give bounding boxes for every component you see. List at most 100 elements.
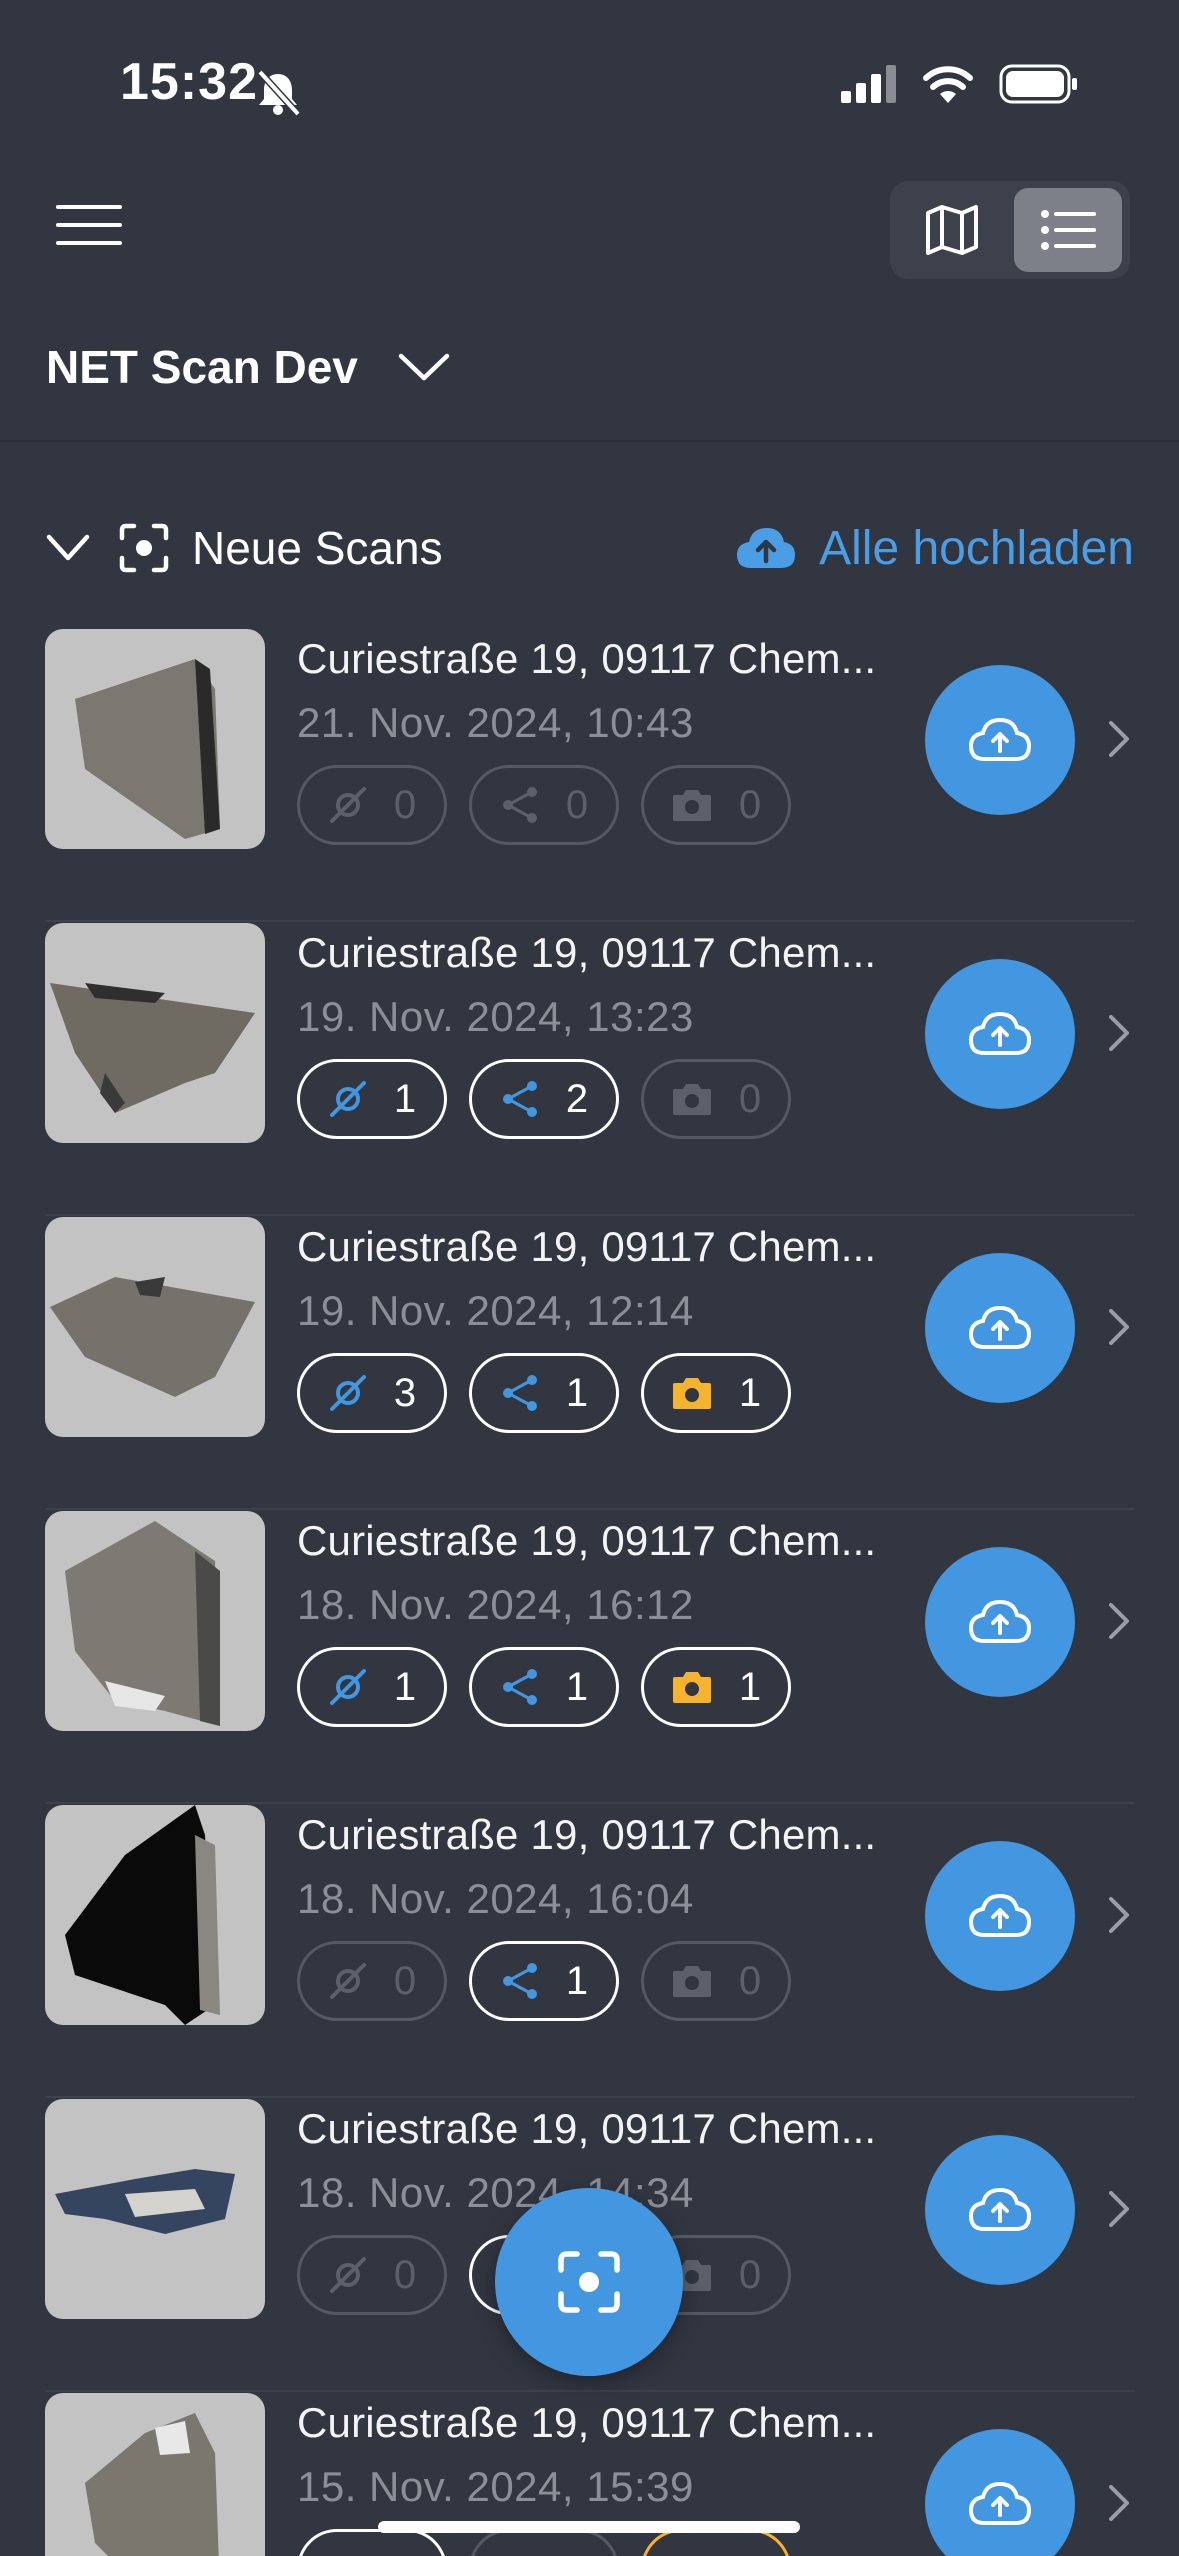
upload-all-button[interactable]: Alle hochladen <box>735 521 1134 576</box>
connection-count-chip: 1 <box>469 1353 619 1433</box>
sensor-icon <box>329 1375 366 1411</box>
row-divider <box>45 2390 1135 2392</box>
cloud-upload-icon <box>737 528 796 568</box>
scan-thumbnail <box>45 2099 265 2319</box>
wifi-icon <box>923 66 973 103</box>
cloud-upload-icon <box>968 1893 1032 1937</box>
menu-button[interactable] <box>56 205 122 253</box>
scan-date: 18. Nov. 2024, 16:12 <box>297 1581 694 1628</box>
share-icon <box>502 787 537 823</box>
chevron-right-icon[interactable] <box>1107 1895 1131 1935</box>
photo-count-chip: 0 <box>641 1059 791 1139</box>
row-divider <box>45 1508 1135 1510</box>
sensor-count-chip: 1 <box>297 1647 447 1727</box>
camera-icon <box>672 1378 711 1409</box>
scan-title: Curiestraße 19, 09117 Chem... <box>297 2399 877 2446</box>
scan-thumbnail <box>45 923 265 1143</box>
scan-row[interactable]: Curiestraße 19, 09117 Chem... 18. Nov. 2… <box>45 1805 1135 2098</box>
row-divider <box>45 920 1135 922</box>
chevron-right-icon[interactable] <box>1107 1601 1131 1641</box>
scan-thumbnail <box>45 2393 265 2556</box>
upload-scan-button[interactable] <box>925 2429 1075 2556</box>
connection-count-chip: 2 <box>469 1059 619 1139</box>
photo-count-chip: 0 <box>641 1941 791 2021</box>
sensor-count-chip: 1 <box>297 1059 447 1139</box>
sensor-icon <box>329 1963 366 1999</box>
camera-icon <box>672 790 711 821</box>
chevron-right-icon[interactable] <box>1107 1013 1131 1053</box>
scan-title: Curiestraße 19, 09117 Chem... <box>297 1223 877 1270</box>
photo-count-chip: 1 <box>641 1647 791 1727</box>
share-icon <box>502 1669 537 1705</box>
scan-row[interactable]: Curiestraße 19, 09117 Chem... 18. Nov. 2… <box>45 1511 1135 1804</box>
camera-icon <box>672 1672 711 1703</box>
home-indicator <box>378 2521 800 2533</box>
scan-title: Curiestraße 19, 09117 Chem... <box>297 929 877 976</box>
photo-count-chip: 1 <box>641 1353 791 1433</box>
scan-date: 21. Nov. 2024, 10:43 <box>297 699 694 746</box>
scan-row[interactable]: Curiestraße 19, 09117 Chem... 21. Nov. 2… <box>45 629 1135 922</box>
chevron-right-icon[interactable] <box>1107 719 1131 759</box>
workspace-selector[interactable]: NET Scan Dev <box>46 340 450 394</box>
scan-title: Curiestraße 19, 09117 Chem... <box>297 2105 877 2152</box>
map-view-button[interactable] <box>898 188 1006 272</box>
cloud-upload-icon <box>968 717 1032 761</box>
photo-count-chip: 0 <box>641 765 791 845</box>
upload-scan-button[interactable] <box>925 665 1075 815</box>
sensor-count-chip: 0 <box>297 2235 447 2315</box>
photo-count-chip <box>641 2529 791 2556</box>
scan-date: 19. Nov. 2024, 12:14 <box>297 1287 694 1334</box>
row-divider <box>45 2096 1135 2098</box>
share-icon <box>502 1963 537 1999</box>
cloud-upload-icon <box>968 2481 1032 2525</box>
sensor-icon <box>329 1669 366 1705</box>
scan-thumbnail <box>45 629 265 849</box>
row-divider <box>45 1214 1135 1216</box>
camera-icon <box>672 1966 711 1997</box>
list-view-button[interactable] <box>1014 188 1122 272</box>
sensor-count-chip <box>297 2529 447 2556</box>
chevron-right-icon[interactable] <box>1107 2189 1131 2229</box>
scan-thumbnail <box>45 1511 265 1731</box>
row-divider <box>45 1802 1135 1804</box>
sensor-icon <box>329 787 366 823</box>
camera-icon <box>672 1084 711 1115</box>
upload-scan-button[interactable] <box>925 1547 1075 1697</box>
share-icon <box>502 1081 537 1117</box>
scan-thumbnail <box>45 1217 265 1437</box>
scan-row[interactable]: Curiestraße 19, 09117 Chem... 19. Nov. 2… <box>45 923 1135 1216</box>
sensor-count-chip: 3 <box>297 1353 447 1433</box>
upload-scan-button[interactable] <box>925 2135 1075 2285</box>
new-scan-button[interactable] <box>495 2188 683 2376</box>
scan-date: 19. Nov. 2024, 13:23 <box>297 993 694 1040</box>
upload-scan-button[interactable] <box>925 1253 1075 1403</box>
map-icon <box>926 205 978 255</box>
cellular-signal-icon <box>841 65 896 103</box>
connection-count-chip: 1 <box>469 1647 619 1727</box>
section-title: Neue Scans <box>192 522 443 574</box>
sensor-count-chip: 0 <box>297 1941 447 2021</box>
scan-icon <box>558 2251 620 2313</box>
connection-count-chip <box>469 2529 619 2556</box>
chevron-right-icon[interactable] <box>1107 1307 1131 1347</box>
status-time: 15:32 <box>120 53 258 111</box>
upload-scan-button[interactable] <box>925 1841 1075 1991</box>
collapse-chevron-icon[interactable] <box>46 534 90 562</box>
view-toggle <box>890 181 1130 279</box>
silent-mode-icon <box>252 68 304 121</box>
upload-scan-button[interactable] <box>925 959 1075 1109</box>
workspace-name: NET Scan Dev <box>46 341 358 393</box>
upload-all-label: Alle hochladen <box>819 521 1134 575</box>
scan-row[interactable]: Curiestraße 19, 09117 Chem... 19. Nov. 2… <box>45 1217 1135 1510</box>
chevron-right-icon[interactable] <box>1107 2483 1131 2523</box>
section-header: Neue Scans Alle hochladen <box>46 518 1134 578</box>
scan-title: Curiestraße 19, 09117 Chem... <box>297 1517 877 1564</box>
cloud-upload-icon <box>968 2187 1032 2231</box>
cloud-upload-icon <box>968 1599 1032 1643</box>
cloud-upload-icon <box>968 1011 1032 1055</box>
chevron-down-icon <box>398 353 450 381</box>
scan-icon <box>119 523 169 573</box>
connection-count-chip: 1 <box>469 1941 619 2021</box>
scan-date: 15. Nov. 2024, 15:39 <box>297 2463 694 2510</box>
list-icon <box>1041 210 1096 250</box>
